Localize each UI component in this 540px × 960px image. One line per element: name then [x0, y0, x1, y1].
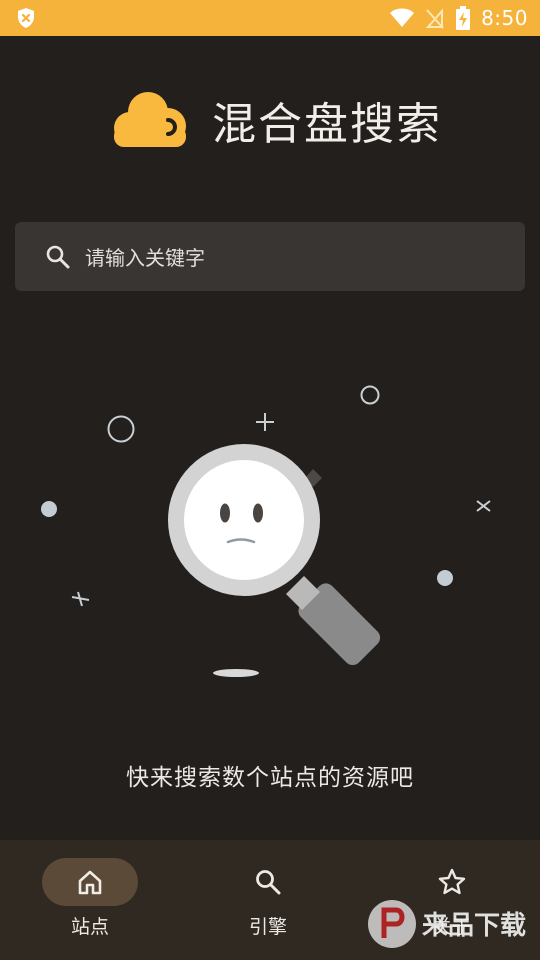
nav-item-sites[interactable]: 站点 [0, 840, 180, 960]
search-icon [46, 245, 70, 269]
status-bar: 8:50 [0, 0, 540, 36]
watermark-logo: 来品下载 [368, 900, 526, 948]
wifi-icon [390, 8, 415, 27]
app-header: 混合盘搜索 [0, 80, 540, 160]
no-signal-icon [425, 8, 444, 29]
watermark-text: 来品下载 [422, 911, 526, 941]
empty-state-message: 快来搜索数个站点的资源吧 [126, 765, 414, 791]
search-bar[interactable] [15, 222, 525, 293]
search-input[interactable] [83, 222, 517, 293]
nav-item-sites-indicator [42, 858, 138, 906]
status-time: 8:50 [481, 6, 528, 30]
nav-item-engines[interactable]: 引擎 [178, 840, 358, 960]
magnifier-sad-face-icon [41, 385, 491, 677]
cloud-logo-icon [114, 92, 186, 147]
home-icon [78, 870, 102, 895]
shield-x-icon [18, 8, 34, 28]
status-icons: 8:50 [389, 0, 528, 36]
app-title: 混合盘搜索 [212, 99, 442, 150]
search-icon [256, 870, 281, 895]
nav-item-label: 站点 [70, 916, 109, 938]
star-icon [438, 868, 466, 895]
battery-charging-icon [456, 6, 471, 30]
nav-item-label: 引擎 [248, 916, 287, 938]
